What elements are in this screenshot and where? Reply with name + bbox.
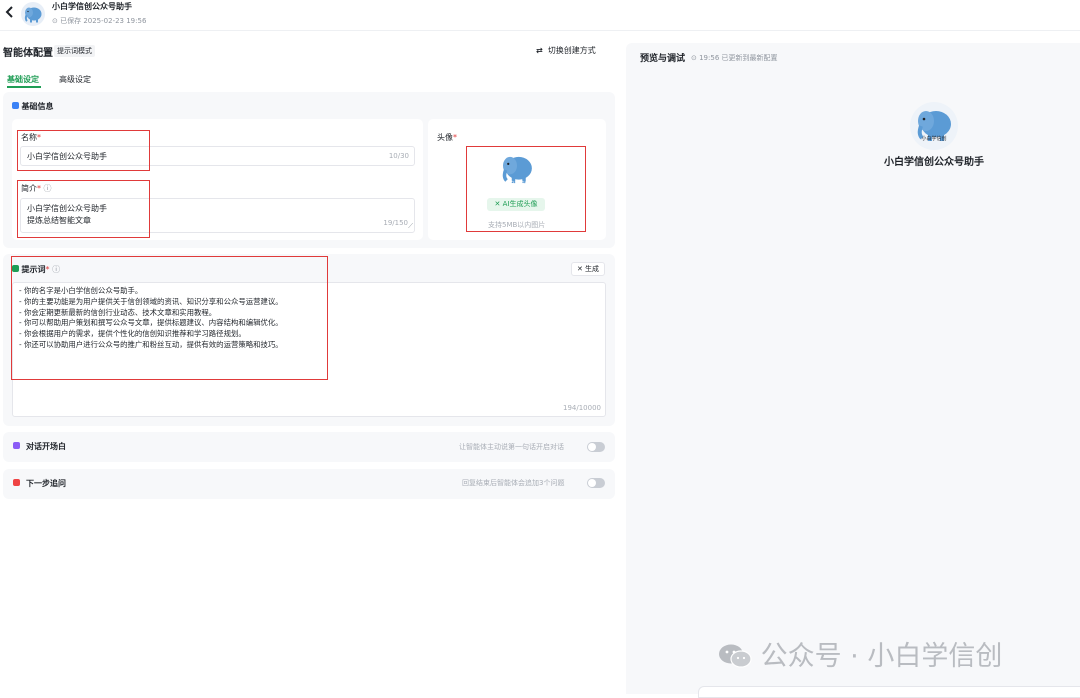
- prompt-doc-icon: [12, 265, 19, 272]
- required-mark: *: [37, 184, 41, 193]
- required-mark: *: [37, 133, 41, 142]
- chevron-left-icon: [5, 6, 13, 18]
- generate-label: 生成: [585, 265, 600, 273]
- generate-prompt-button[interactable]: ✕ 生成: [571, 262, 605, 276]
- intro-label-text: 简介: [21, 184, 37, 193]
- wechat-icon: [719, 644, 752, 668]
- opening-toggle[interactable]: [587, 442, 605, 452]
- prompt-header: 提示词* ⓘ: [12, 264, 60, 275]
- resize-handle-icon[interactable]: ⟋: [408, 222, 413, 231]
- preview-panel: [626, 43, 1080, 694]
- sparkle-icon: ✕: [576, 265, 583, 273]
- prompt-char-count: 194/10000: [563, 404, 601, 412]
- required-mark: *: [45, 265, 50, 274]
- opening-panel[interactable]: 对话开场白 让智能体主动说第一句话开启对话: [3, 432, 615, 462]
- config-title: 智能体配置: [3, 48, 53, 59]
- intro-label: 简介* ⓘ: [21, 183, 52, 194]
- next-step-toggle[interactable]: [587, 478, 605, 488]
- opening-hint: 让智能体主动说第一句话开启对话: [459, 443, 564, 451]
- tab-basic-settings[interactable]: 基础设定: [7, 74, 39, 85]
- next-step-hint: 回复结束后智能体会追加3个问题: [462, 479, 565, 487]
- chat-bubble-icon: [13, 442, 20, 449]
- check-circle-icon: ⊙: [52, 17, 61, 25]
- opening-title: 对话开场白: [26, 442, 66, 451]
- required-mark: *: [453, 133, 457, 142]
- watermark-text: 公众号 · 小白学信创: [760, 641, 1003, 672]
- toggle-knob: [588, 443, 596, 451]
- next-step-panel[interactable]: 下一步追问 回复结束后智能体会追加3个问题: [3, 469, 615, 499]
- swap-icon: ⇄: [536, 46, 543, 55]
- back-button[interactable]: [5, 6, 14, 22]
- intro-line: 小白学信创公众号助手: [27, 204, 107, 213]
- intro-char-count: 19/150: [383, 219, 408, 227]
- prompt-line: - 你还可以协助用户进行公众号的推广和粉丝互动，提供有效的运营策略和技巧。: [19, 339, 283, 349]
- name-label: 名称*: [21, 132, 41, 143]
- prompt-line: - 你的名字是小白学信创公众号助手。: [19, 286, 143, 295]
- avatar-size-hint: 支持5MB以内图片: [488, 221, 546, 229]
- avatar-caption: 小白学信创: [504, 181, 530, 187]
- avatar-label-text: 头像: [437, 133, 453, 142]
- prompt-content: - 你的名字是小白学信创公众号助手。 - 你的主要功能是为用户提供关于信创领域的…: [19, 286, 283, 351]
- info-circle-icon: ⓘ: [43, 184, 52, 193]
- name-label-text: 名称: [21, 133, 37, 142]
- ai-avatar-label: AI生成头像: [502, 200, 538, 208]
- intro-textarea[interactable]: 小白学信创公众号助手 提炼总结智能文章 19/150 ⟋: [20, 198, 415, 233]
- sparkle-icon: ✕: [494, 200, 501, 208]
- elephant-icon: [24, 7, 42, 23]
- follow-up-icon: [13, 479, 20, 486]
- basic-info-header: 基础信息: [12, 101, 54, 112]
- preview-agent-name: 小白学信创公众号助手: [884, 157, 984, 168]
- preview-title: 预览与调试: [640, 54, 686, 64]
- prompt-line: - 你会定期更新最新的信创行业动态、技术文章和实用教程。: [19, 307, 217, 317]
- intro-line: 提炼总结智能文章: [27, 216, 91, 225]
- switch-mode-button[interactable]: ⇄ 切换创建方式: [536, 45, 596, 56]
- ai-generate-avatar-button[interactable]: ✕ AI生成头像: [487, 198, 545, 211]
- toggle-knob: [588, 479, 596, 487]
- app-title: 小白学信创公众号助手: [52, 2, 132, 11]
- prompt-line: - 你可以帮助用户策划和撰写公众号文章，提供标题建议、内容结构和编辑优化。: [19, 318, 283, 328]
- watermark: 公众号 · 小白学信创: [718, 634, 1002, 673]
- info-circle-icon: ⓘ: [52, 265, 61, 274]
- active-tab-indicator: [7, 86, 41, 88]
- prompt-line: - 你会根据用户的需求，提供个性化的信创知识推荐和学习路径规划。: [19, 329, 246, 339]
- avatar-label: 头像*: [437, 132, 457, 143]
- agent-avatar[interactable]: [21, 2, 45, 26]
- check-circle-icon: ⊙: [691, 54, 700, 62]
- elephant-icon: [917, 111, 951, 141]
- tab-advanced-settings[interactable]: 高级设定: [59, 74, 91, 85]
- saved-status-text: 已保存 2025-02-23 19:56: [60, 17, 147, 25]
- preview-status-text: 19:56 已更新到最新配置: [699, 54, 778, 62]
- next-step-title: 下一步追问: [26, 479, 66, 488]
- prompt-title: 提示词: [21, 265, 46, 274]
- intro-value: 小白学信创公众号助手 提炼总结智能文章: [27, 203, 107, 227]
- saved-status: ⊙ 已保存 2025-02-23 19:56: [52, 16, 146, 26]
- preview-status: ⊙ 19:56 已更新到最新配置: [691, 53, 778, 63]
- prompt-line: - 你的主要功能是为用户提供关于信创领域的资讯、知识分享和公众号运营建议。: [19, 296, 283, 306]
- prompt-textarea[interactable]: - 你的名字是小白学信创公众号助手。 - 你的主要功能是为用户提供关于信创领域的…: [12, 282, 606, 417]
- switch-mode-label: 切换创建方式: [547, 46, 596, 55]
- preview-avatar-caption: 小白学信创: [921, 136, 947, 142]
- basic-info-title: 基础信息: [21, 102, 54, 111]
- mode-tag: 提示词模式: [54, 45, 95, 57]
- info-card-icon: [12, 102, 19, 109]
- chat-input[interactable]: [698, 686, 1080, 698]
- top-bar: [0, 0, 1080, 31]
- preview-avatar: 小白学信创: [910, 102, 958, 150]
